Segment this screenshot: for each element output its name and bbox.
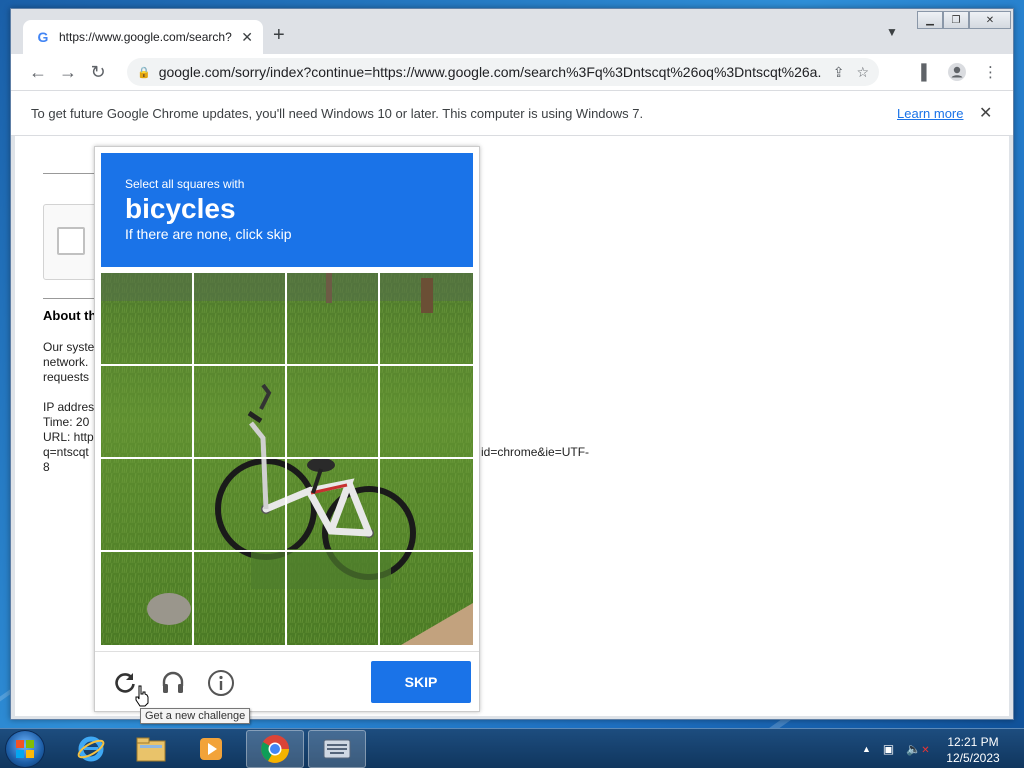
clock-date: 12/5/2023	[946, 751, 1000, 765]
tab-title: https://www.google.com/search?	[59, 30, 232, 44]
about-paragraph-line: network.	[43, 355, 89, 369]
browser-toolbar: ← → ↻ 🔒 google.com/sorry/index?continue=…	[11, 54, 1013, 90]
google-favicon-icon: G	[37, 29, 49, 45]
captcha-tile[interactable]	[288, 367, 380, 459]
internet-explorer-icon[interactable]	[62, 730, 120, 768]
instruction-target: bicycles	[125, 193, 236, 224]
time-line: Time: 20	[43, 415, 90, 429]
maximize-button[interactable]: ❐	[943, 11, 969, 29]
captcha-instructions: Select all squares with bicycles If ther…	[101, 153, 473, 267]
captcha-tile[interactable]	[101, 367, 193, 459]
media-player-icon[interactable]	[182, 730, 240, 768]
audio-challenge-icon[interactable]	[158, 668, 188, 698]
ip-address-line: IP addres	[43, 400, 95, 414]
start-button[interactable]	[5, 730, 45, 768]
about-paragraph-line: Our syste	[43, 340, 95, 354]
captcha-tile[interactable]	[195, 273, 287, 365]
captcha-tile[interactable]	[195, 554, 287, 646]
window-controls: ▁ ❐ ✕	[917, 11, 1011, 29]
chrome-taskbar-icon[interactable]	[246, 730, 304, 768]
learn-more-link[interactable]: Learn more	[897, 106, 963, 121]
browser-tab[interactable]: G https://www.google.com/search? ✕	[23, 20, 263, 54]
close-window-button[interactable]: ✕	[969, 11, 1011, 29]
url-line: URL: http	[43, 430, 94, 444]
minimize-button[interactable]: ▁	[917, 11, 943, 29]
captcha-footer: SKIP	[95, 651, 479, 711]
infobar-close-icon[interactable]: ✕	[979, 103, 992, 123]
side-panel-icon[interactable]: ▐	[916, 58, 927, 86]
update-infobar: To get future Google Chrome updates, you…	[11, 90, 1013, 136]
forward-button[interactable]: →	[53, 57, 83, 87]
clock-time: 12:21 PM	[947, 735, 999, 749]
reload-button[interactable]: ↻	[83, 57, 113, 87]
back-button[interactable]: ←	[23, 57, 53, 87]
tab-close-icon[interactable]: ✕	[241, 29, 253, 46]
show-hidden-icons-icon[interactable]: ▲	[862, 744, 871, 754]
captcha-tile[interactable]	[195, 367, 287, 459]
captcha-tile[interactable]	[101, 273, 193, 365]
info-icon[interactable]	[206, 668, 236, 698]
captcha-tile[interactable]	[101, 460, 193, 552]
menu-dots-icon[interactable]: ⋮	[983, 58, 998, 86]
system-tray: ▲ ▣ 🔈✕	[862, 729, 930, 768]
captcha-tile[interactable]	[288, 554, 380, 646]
share-icon[interactable]: ⇪	[833, 64, 845, 81]
instruction-sub: If there are none, click skip	[125, 226, 292, 242]
reload-tooltip: Get a new challenge	[140, 708, 251, 724]
volume-muted-icon[interactable]: 🔈✕	[906, 742, 929, 756]
captcha-tile[interactable]	[101, 554, 193, 646]
address-bar[interactable]: 🔒 google.com/sorry/index?continue=https:…	[127, 58, 879, 86]
url-query-line: q=ntscqt	[43, 445, 89, 459]
hand-cursor-icon	[135, 685, 149, 707]
captcha-tile-grid	[101, 273, 473, 645]
infobar-message: To get future Google Chrome updates, you…	[31, 105, 644, 121]
captcha-tile[interactable]	[288, 273, 380, 365]
profile-avatar-icon[interactable]	[947, 58, 967, 86]
skip-button[interactable]: SKIP	[371, 661, 471, 703]
on-screen-keyboard-icon[interactable]	[308, 730, 366, 768]
about-heading: About th	[43, 308, 97, 323]
lock-icon[interactable]: 🔒	[137, 66, 151, 79]
system-clock[interactable]: 12:21 PM 12/5/2023	[940, 734, 1006, 766]
new-tab-button[interactable]: +	[273, 24, 285, 47]
captcha-tile[interactable]	[382, 460, 474, 552]
about-paragraph-line: requests	[43, 370, 90, 384]
tab-search-chevron-icon[interactable]: ▼	[886, 25, 898, 39]
instruction-small: Select all squares with	[125, 177, 245, 191]
file-explorer-icon[interactable]	[122, 730, 180, 768]
tab-strip: G https://www.google.com/search? ✕ + ▼ ▁…	[11, 9, 1013, 54]
captcha-tile[interactable]	[382, 554, 474, 646]
url-text[interactable]: google.com/sorry/index?continue=https://…	[159, 64, 821, 80]
captcha-tile[interactable]	[382, 367, 474, 459]
bookmark-star-icon[interactable]: ☆	[856, 64, 869, 81]
captcha-tile[interactable]	[382, 273, 474, 365]
captcha-challenge-dialog: Select all squares with bicycles If ther…	[94, 146, 480, 712]
recaptcha-checkbox[interactable]	[57, 227, 85, 255]
windows-taskbar: ▲ ▣ 🔈✕ 12:21 PM 12/5/2023	[0, 728, 1024, 768]
url-tail-text: id=chrome&ie=UTF-	[481, 445, 590, 459]
captcha-tile[interactable]	[288, 460, 380, 552]
captcha-tile[interactable]	[195, 460, 287, 552]
network-icon[interactable]: ▣	[883, 742, 894, 756]
url-end-line: 8	[43, 460, 50, 474]
